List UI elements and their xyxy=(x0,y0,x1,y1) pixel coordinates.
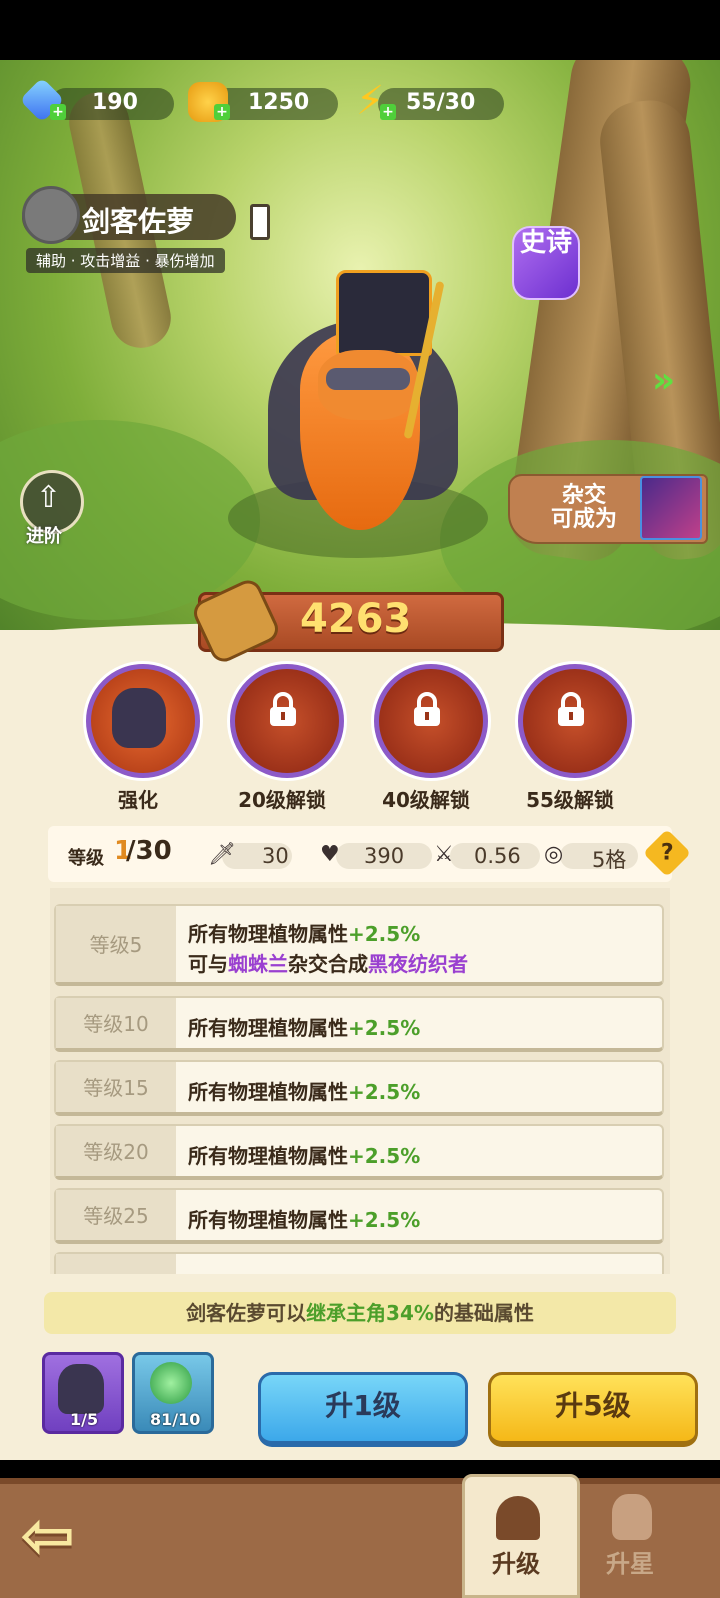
row-desc: 所有物理植物属性 xyxy=(188,1016,348,1040)
row-text: 所有物理植物属性+2.5% xyxy=(188,1076,420,1105)
row-desc: 所有物理植物属性 xyxy=(188,1080,348,1104)
row-desc: 可与 xyxy=(188,952,228,976)
row-level: 等级15 xyxy=(56,1062,176,1112)
rarity-badge: 史诗 xyxy=(512,226,580,300)
skill-label: 强化 xyxy=(118,788,158,812)
list-item: 等级5 所有物理植物属性+2.5% 可与蜘蛛兰杂交合成黑夜纺织者 xyxy=(54,904,664,986)
inherit-text: 剑客佐萝可以 xyxy=(186,1301,307,1325)
row-bonus: +2.5% xyxy=(348,1208,421,1232)
speed-value: 0.56 xyxy=(474,844,521,868)
hero-name: 剑客佐萝 xyxy=(82,205,195,238)
level-bonus-list[interactable]: 等级5 所有物理植物属性+2.5% 可与蜘蛛兰杂交合成黑夜纺织者 等级10 所有… xyxy=(50,888,670,1274)
coin-count: 1250 xyxy=(248,90,310,115)
row-level xyxy=(56,1254,176,1274)
row-bonus: +2.5% xyxy=(348,1016,421,1040)
plant-pot-icon[interactable] xyxy=(612,1494,652,1540)
character-hat xyxy=(336,270,432,356)
tab-upgrade-label: 升级 xyxy=(492,1550,540,1578)
gem-count: 190 xyxy=(92,90,138,115)
hero-card-portrait xyxy=(58,1364,104,1414)
list-item: 等级15 所有物理植物属性+2.5% xyxy=(54,1060,664,1116)
add-gems-button[interactable]: + xyxy=(50,104,66,120)
add-energy-button[interactable]: + xyxy=(380,104,396,120)
attack-value: 30 xyxy=(262,844,289,868)
level-max: /30 xyxy=(126,836,172,866)
card-count: 1/5 xyxy=(70,1410,99,1429)
heart-icon: ♥ xyxy=(320,842,340,867)
upgrade-5-button[interactable]: 升5级 xyxy=(488,1372,698,1447)
lock-icon xyxy=(266,692,300,728)
list-item: 等级20 所有物理植物属性+2.5% xyxy=(54,1124,664,1180)
inherit-text: 的基础属性 xyxy=(433,1301,534,1325)
row-level: 等级10 xyxy=(56,998,176,1048)
row-level: 等级20 xyxy=(56,1126,176,1176)
hp-value: 390 xyxy=(364,844,405,868)
hybrid-partner: 蜘蛛兰 xyxy=(228,952,288,976)
row-bonus: +2.5% xyxy=(348,1080,421,1104)
skill-label: 55级解锁 xyxy=(526,788,614,812)
hybrid-label-line1: 杂交 xyxy=(561,483,606,508)
list-item: 等级10 所有物理植物属性+2.5% xyxy=(54,996,664,1052)
power-value: 4263 xyxy=(300,596,412,642)
hero-tags: 辅助 · 攻击增益 · 暴伤增加 xyxy=(26,248,225,273)
row-level: 等级5 xyxy=(56,906,176,982)
row-bonus: +2.5% xyxy=(348,922,421,946)
tab-star-label[interactable]: 升星 xyxy=(606,1544,654,1579)
lock-icon xyxy=(410,692,444,728)
inherit-highlight: 继承主角34% xyxy=(306,1301,434,1325)
row-desc: 所有物理植物属性 xyxy=(188,1208,348,1232)
row-text: 所有物理植物属性+2.5% xyxy=(188,1140,420,1169)
row-desc: 所有物理植物属性 xyxy=(188,922,348,946)
skill-label: 40级解锁 xyxy=(382,788,470,812)
list-item: 等级25 所有物理植物属性+2.5% xyxy=(54,1188,664,1244)
upgrade-1-button[interactable]: 升1级 xyxy=(258,1372,468,1447)
character-mask xyxy=(326,368,410,390)
blade-icon: ⚔ xyxy=(434,842,454,867)
seed-icon xyxy=(150,1362,192,1404)
inherit-notice: 剑客佐萝可以继承主角34%的基础属性 xyxy=(44,1292,676,1334)
row-text: 所有物理植物属性+2.5% xyxy=(188,1012,420,1041)
row-level: 等级25 xyxy=(56,1190,176,1240)
row-desc: 所有物理植物属性 xyxy=(188,1144,348,1168)
bottom-nav xyxy=(0,1478,720,1598)
row-text: 所有物理植物属性+2.5% xyxy=(188,1204,420,1233)
sprout-icon: ⇧ xyxy=(36,480,62,515)
next-hero-arrow-icon[interactable]: » xyxy=(652,360,675,401)
level-label: 等级 xyxy=(68,848,104,869)
row-text: 所有物理植物属性+2.5% xyxy=(188,918,420,947)
hybrid-result: 黑夜纺织者 xyxy=(368,952,468,976)
sword-type-icon xyxy=(22,186,80,244)
hybrid-label-line2: 可成为 xyxy=(550,507,617,532)
status-bar xyxy=(0,0,720,60)
energy-count: 55/30 xyxy=(406,90,476,115)
range-value: 5格 xyxy=(592,848,627,872)
skill-label: 20级解锁 xyxy=(238,788,326,812)
lock-icon xyxy=(554,692,588,728)
skill-enhance-portrait xyxy=(112,688,166,748)
info-toggle-icon[interactable] xyxy=(250,204,270,240)
hybrid-label: 杂交 可成为 xyxy=(536,484,632,532)
advance-label: 进阶 xyxy=(26,526,62,547)
row-text-line2: 可与蜘蛛兰杂交合成黑夜纺织者 xyxy=(188,948,468,977)
sword-icon: 🗡 xyxy=(208,842,236,867)
list-item xyxy=(54,1252,664,1274)
seed-count: 81/10 xyxy=(150,1410,201,1429)
add-coins-button[interactable]: + xyxy=(214,104,230,120)
target-icon: ◎ xyxy=(544,842,564,867)
upgrade-arrow-icon xyxy=(496,1496,540,1540)
row-bonus: +2.5% xyxy=(348,1144,421,1168)
help-icon: ? xyxy=(660,839,674,865)
row-desc: 杂交合成 xyxy=(288,952,368,976)
back-arrow-icon[interactable]: ⇦ xyxy=(20,1503,100,1569)
hybrid-result-portrait[interactable] xyxy=(640,476,702,540)
